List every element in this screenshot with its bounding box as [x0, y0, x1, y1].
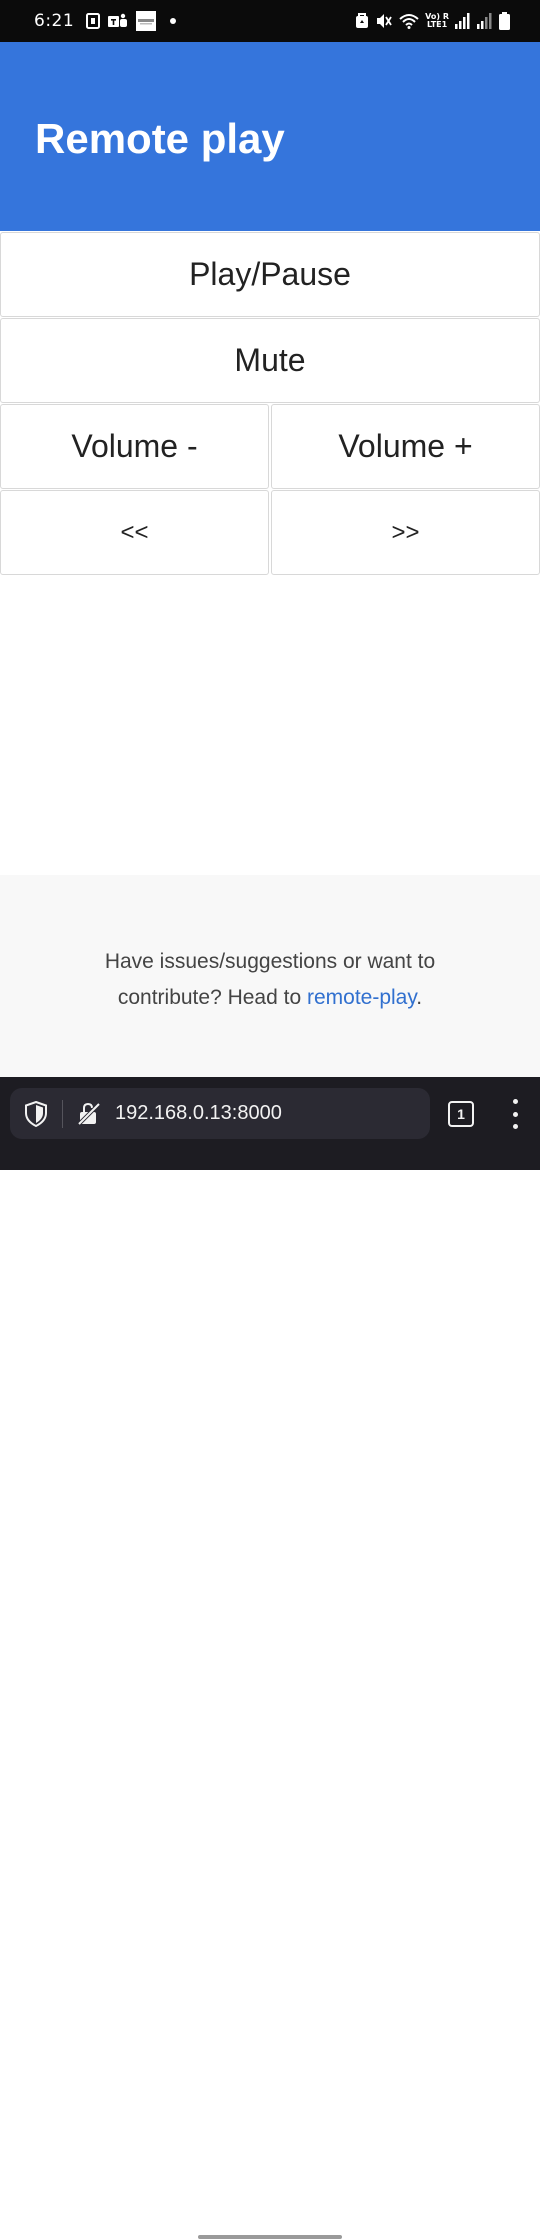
play-pause-button[interactable]: Play/Pause: [0, 232, 540, 317]
shield-icon[interactable]: [24, 1100, 48, 1127]
footer-text-after: .: [416, 986, 423, 1009]
mute-icon: [375, 13, 393, 29]
menu-dot: [512, 1124, 518, 1129]
status-bar: 6:21 Vo) R LTE1: [0, 0, 540, 42]
dot-icon: [170, 18, 177, 24]
network-label-line2: LTE1: [426, 20, 448, 29]
menu-dot: [512, 1111, 518, 1117]
signal-icon-2: [477, 13, 493, 29]
tab-counter-button[interactable]: 1: [448, 1101, 474, 1127]
controls-row-3: Volume - Volume +: [0, 404, 540, 490]
menu-dot: [512, 1099, 518, 1104]
volume-down-button[interactable]: Volume -: [0, 404, 269, 489]
network-label: Vo) R LTE1: [425, 13, 449, 29]
alarm-icon: [355, 13, 369, 29]
controls-row-2: Mute: [0, 318, 540, 404]
previous-button[interactable]: <<: [0, 490, 269, 575]
remote-controls: Play/Pause Mute Volume - Volume + << >>: [0, 232, 540, 576]
wifi-icon: [399, 13, 419, 29]
url-text: 192.168.0.13:8000: [115, 1102, 282, 1124]
controls-row-4: << >>: [0, 490, 540, 576]
volume-up-button[interactable]: Volume +: [271, 404, 540, 489]
insecure-lock-icon[interactable]: [77, 1102, 101, 1126]
mute-button[interactable]: Mute: [0, 318, 540, 403]
controls-row-1: Play/Pause: [0, 232, 540, 318]
address-bar-divider: [62, 1099, 63, 1128]
page-footer: Have issues/suggestions or want to contr…: [0, 875, 540, 1077]
status-right: Vo) R LTE1: [355, 12, 510, 30]
address-bar[interactable]: 192.168.0.13:8000: [10, 1088, 430, 1139]
notification-thumbnail-icon: [136, 11, 157, 31]
status-left: 6:21: [34, 11, 177, 31]
footer-text: Have issues/suggestions or want to contr…: [70, 944, 470, 1016]
page-title: Remote play: [35, 114, 285, 162]
remote-play-link[interactable]: remote-play: [307, 986, 416, 1009]
screen-record-icon: [86, 13, 101, 29]
home-indicator[interactable]: [198, 2235, 342, 2239]
status-time: 6:21: [34, 11, 75, 31]
teams-icon: [108, 13, 128, 29]
menu-kebab-icon[interactable]: [505, 1099, 525, 1129]
app-header: Remote play: [0, 42, 540, 231]
battery-icon: [499, 12, 510, 30]
signal-icon: [455, 13, 471, 29]
browser-toolbar: 192.168.0.13:8000 1: [0, 1077, 540, 2239]
next-button[interactable]: >>: [271, 490, 540, 575]
